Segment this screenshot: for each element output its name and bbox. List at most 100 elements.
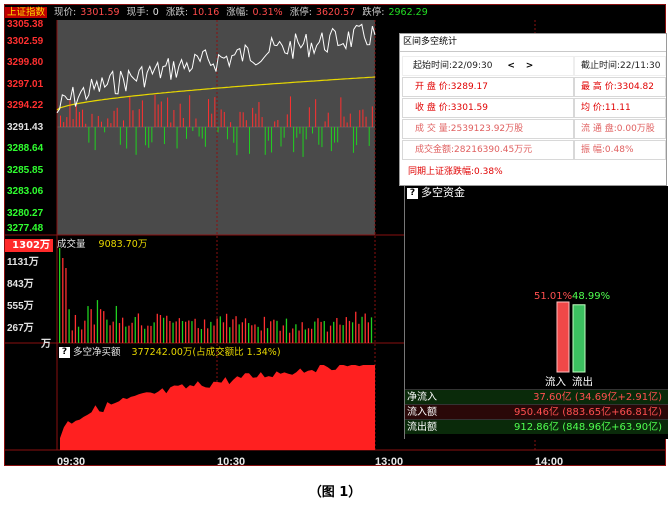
price-change-bar — [245, 120, 247, 127]
price-change-bar — [346, 122, 348, 127]
price-change-bar — [113, 110, 115, 127]
price-change-bar — [264, 127, 266, 155]
volume-bar — [131, 322, 133, 343]
volume-value: 9083.70万 — [98, 239, 148, 250]
price-change-bar — [302, 127, 304, 157]
volume-bar — [172, 322, 174, 343]
volume-bar — [314, 321, 316, 343]
price-change-bar — [274, 121, 276, 127]
volume-bar — [115, 305, 117, 343]
volume-bar — [181, 321, 184, 343]
outflow-percent: 48.99% — [572, 291, 610, 302]
price-change-bar — [356, 127, 358, 146]
price-change-bar — [230, 122, 232, 127]
range-stats-panel: 区间多空统计 起始时间:22/09:30 < > 截止时间:22/11:30 开… — [399, 33, 667, 186]
price-change-bar — [321, 127, 323, 148]
start-label: 起始时间: — [413, 61, 453, 71]
panel-title: 区间多空统计 — [400, 34, 666, 52]
volume-bar — [295, 324, 297, 343]
volume-bar — [213, 325, 215, 343]
close-label: 收 盘 价: — [415, 103, 451, 113]
volume-bar — [175, 321, 177, 343]
volume-bar — [191, 321, 193, 343]
volume-bar — [351, 322, 354, 343]
price-change-bar — [217, 127, 219, 133]
net-buy-value: 377242.00万(占成交额比 1.34%) — [131, 347, 281, 358]
volume-bar — [304, 329, 306, 343]
price-change-bar — [267, 127, 269, 141]
volume-bar — [235, 316, 237, 343]
price-change-bar — [334, 127, 336, 143]
price-change-bar — [97, 115, 99, 127]
volume-bar — [74, 314, 77, 343]
price-change-bar — [201, 127, 203, 139]
avg-value: 11.11 — [604, 103, 631, 113]
volume-bar — [207, 328, 209, 343]
price-change-bar — [368, 127, 370, 146]
period-value: 0.38% — [474, 167, 503, 177]
price-change-bar — [126, 127, 128, 149]
price-change-bar — [223, 111, 225, 127]
price-change-bar — [312, 127, 313, 134]
price-change-bar — [182, 117, 184, 127]
volume-bar — [156, 313, 158, 343]
price-change-bar — [236, 127, 238, 156]
price-change-bar — [179, 103, 181, 127]
price-axis-label: 3297.01 — [7, 79, 44, 90]
volume-bars — [59, 248, 373, 343]
volume-bar — [307, 328, 310, 343]
time-axis-label: 14:00 — [535, 456, 564, 468]
price-change-bar — [258, 102, 260, 127]
volume-bar — [68, 309, 70, 343]
price-change-bar — [176, 127, 178, 149]
price-change-bar — [330, 127, 332, 152]
volume-bar — [103, 311, 105, 343]
volume-bar — [96, 300, 99, 343]
price-change-bar — [116, 107, 118, 127]
volume-bar — [248, 323, 250, 343]
open-cell: 开 盘 价:3289.17 — [402, 77, 574, 97]
price-change-bar — [242, 112, 244, 127]
volume-bar — [232, 319, 234, 343]
prev-button[interactable]: < — [507, 61, 515, 71]
price-change-bar — [173, 109, 175, 127]
volume-bar — [361, 316, 363, 343]
volume-bar — [81, 329, 83, 343]
volume-bar — [317, 318, 319, 343]
next-button[interactable]: > — [526, 61, 534, 71]
price-change-bar — [157, 104, 159, 127]
volume-bar — [77, 326, 80, 343]
price-axis-label: 3302.59 — [7, 36, 44, 47]
price-change-bar — [318, 127, 320, 145]
net-inflow-row: 净流入 37.60亿 (34.69亿+2.91亿) — [405, 389, 668, 404]
price-change-bar — [362, 109, 364, 127]
volume-bar — [210, 321, 212, 343]
price-change-bar — [110, 123, 112, 127]
price-change-bar — [129, 96, 131, 127]
price-change-bar — [60, 115, 61, 127]
volume-bar — [285, 318, 288, 343]
time-axis-label: 09:30 — [57, 456, 86, 468]
volume-bar — [90, 309, 92, 343]
volume-bar — [118, 323, 121, 343]
amplitude-cell: 振 幅:0.48% — [574, 140, 666, 160]
volume-bar — [311, 328, 313, 343]
volume-bar — [140, 325, 143, 343]
price-change-bar — [78, 111, 80, 127]
volume-bar — [348, 320, 351, 343]
price-change-bar — [189, 95, 191, 127]
volume-bar — [65, 268, 67, 343]
start-value: 22/09:30 — [452, 61, 493, 71]
price-change-bar — [75, 105, 77, 127]
high-cell: 最 高 价:3304.82 — [574, 77, 666, 97]
end-label: 截止时间: — [581, 61, 621, 71]
price-change-bar — [315, 99, 317, 127]
volume-bar — [329, 325, 332, 343]
price-change-bar — [226, 127, 228, 140]
price-change-bar — [66, 117, 68, 127]
help-icon[interactable]: ? — [59, 347, 70, 358]
price-change-bar — [327, 112, 329, 127]
price-change-bar — [308, 107, 310, 127]
close-cell: 收 盘 价:3301.59 — [402, 98, 574, 118]
price-change-bar — [293, 127, 295, 153]
